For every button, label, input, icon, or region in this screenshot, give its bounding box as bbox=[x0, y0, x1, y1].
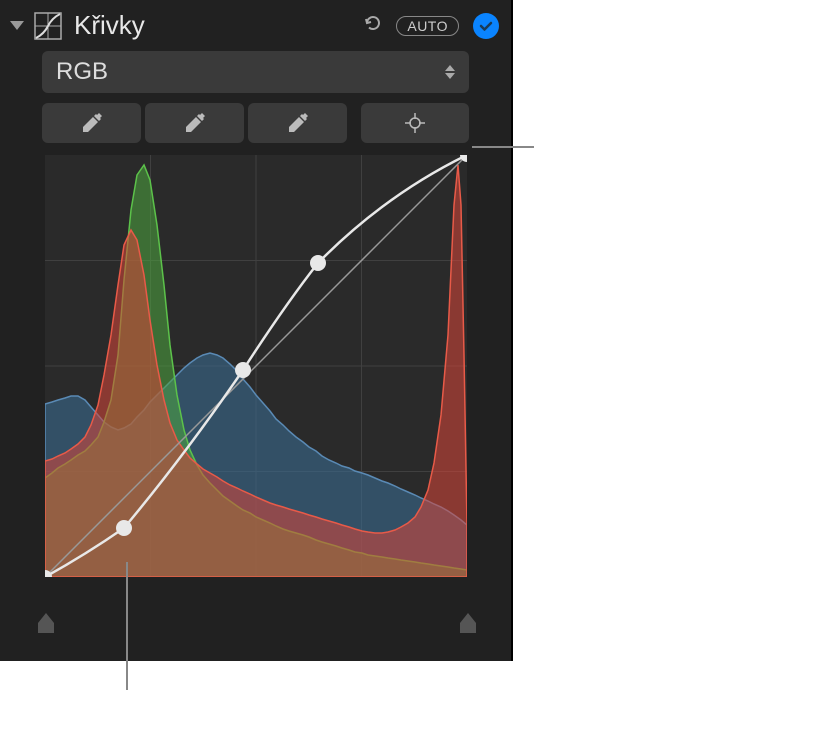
add-point-button[interactable] bbox=[361, 103, 469, 143]
panel-title: Křivky bbox=[74, 10, 354, 41]
dropdown-selected-label: RGB bbox=[56, 58, 108, 86]
controls-area: RGB bbox=[0, 51, 511, 577]
target-icon bbox=[403, 111, 427, 135]
eyedropper-icon bbox=[183, 111, 207, 135]
histogram-curves-area[interactable] bbox=[45, 155, 467, 577]
channel-dropdown[interactable]: RGB bbox=[42, 51, 469, 93]
auto-button[interactable]: AUTO bbox=[396, 16, 459, 36]
curves-icon bbox=[34, 12, 62, 40]
dropdown-arrows-icon bbox=[445, 65, 455, 79]
black-point-slider[interactable] bbox=[38, 613, 54, 633]
eyedropper-gray-button[interactable] bbox=[145, 103, 244, 143]
disclosure-triangle-icon[interactable] bbox=[10, 21, 24, 30]
eyedropper-icon bbox=[286, 111, 310, 135]
white-point-slider[interactable] bbox=[460, 613, 476, 633]
callout-line bbox=[472, 146, 534, 148]
apply-check-icon[interactable] bbox=[473, 13, 499, 39]
callout-line bbox=[126, 562, 128, 690]
reset-icon[interactable] bbox=[362, 12, 384, 40]
tool-row bbox=[42, 103, 469, 143]
eyedropper-black-button[interactable] bbox=[42, 103, 141, 143]
eyedropper-icon bbox=[80, 111, 104, 135]
eyedropper-white-button[interactable] bbox=[248, 103, 347, 143]
curves-panel: Křivky AUTO RGB bbox=[0, 0, 513, 661]
panel-header: Křivky AUTO bbox=[0, 0, 511, 51]
